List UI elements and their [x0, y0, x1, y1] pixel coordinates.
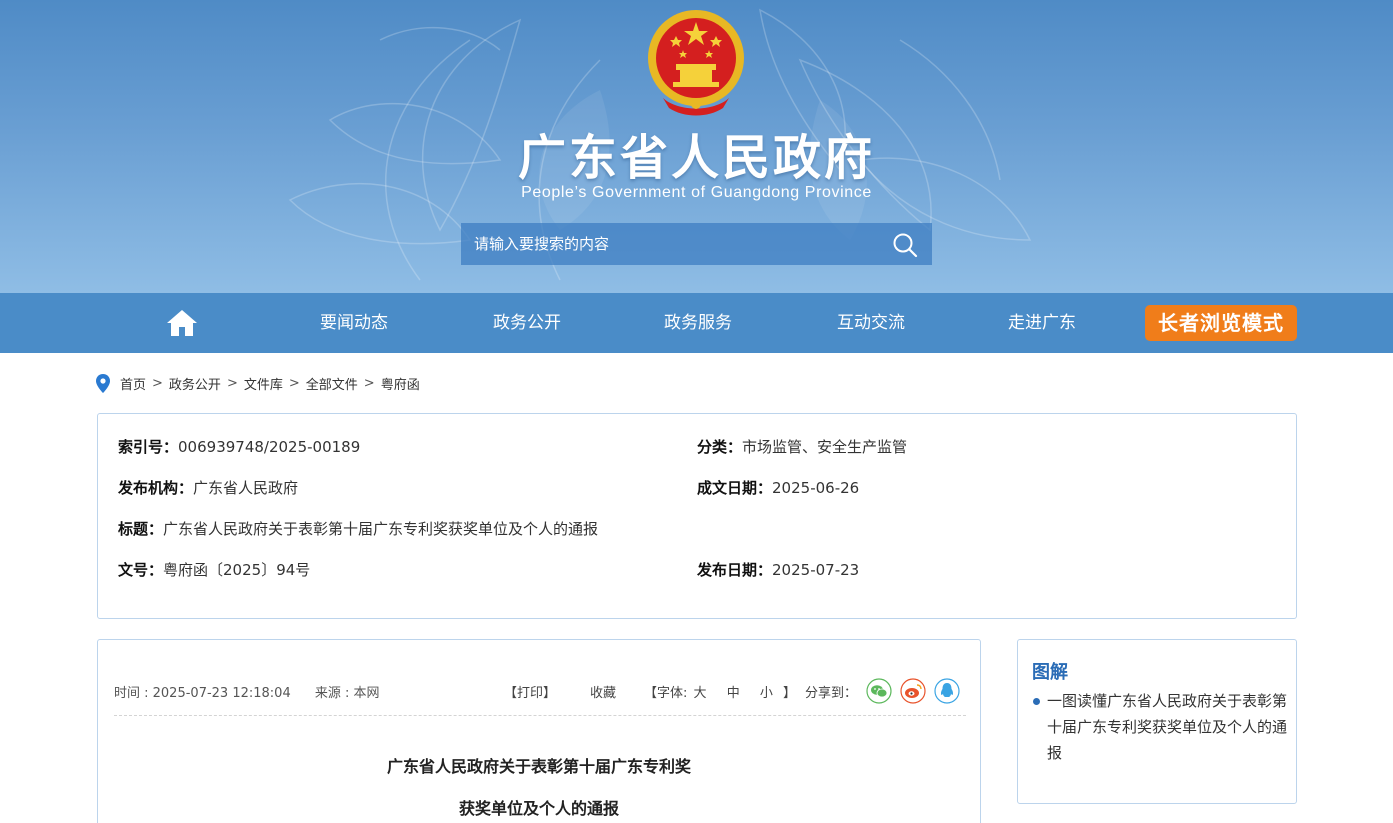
sidebar-item-infographic-link[interactable]: 一图读懂广东省人民政府关于表彰第十届广东专利奖获奖单位及个人的通报	[1047, 688, 1287, 766]
font-large-button[interactable]: 大	[694, 686, 707, 701]
favorite-button[interactable]: 收藏	[590, 682, 616, 701]
qq-icon[interactable]	[934, 678, 960, 704]
search-input[interactable]	[461, 223, 881, 265]
breadcrumb: 首页 > 政务公开 > 文件库 > 全部文件 > 粤府函	[96, 373, 420, 393]
breadcrumb-government-affairs[interactable]: 政务公开	[169, 374, 221, 393]
article-panel: 时间 : 2025-07-23 12:18:04 来源 : 本网 【打印】 收藏…	[97, 639, 981, 823]
meta-index-number: 索引号：006939748/2025-00189	[118, 438, 361, 456]
breadcrumb-home[interactable]: 首页	[120, 374, 146, 393]
nav-item-government-affairs[interactable]: 政务公开	[457, 293, 597, 353]
breadcrumb-separator: >	[363, 375, 375, 391]
search-bar	[461, 223, 932, 265]
location-pin-icon	[96, 373, 110, 393]
article-source: 来源 : 本网	[314, 686, 380, 701]
article-divider	[114, 715, 966, 716]
print-button[interactable]: 【打印】	[504, 682, 556, 701]
site-title: 广东省人民政府	[517, 130, 875, 186]
meta-document-number: 文号：粤府函〔2025〕94号	[118, 561, 311, 579]
meta-publisher: 发布机构：广东省人民政府	[118, 479, 299, 497]
meta-category: 分类：市场监管、安全生产监管	[697, 438, 908, 456]
breadcrumb-separator: >	[226, 375, 238, 391]
breadcrumb-all-files[interactable]: 全部文件	[306, 374, 358, 393]
national-emblem-icon	[648, 10, 744, 116]
weibo-icon[interactable]	[900, 678, 926, 704]
article-title-line-1: 广东省人民政府关于表彰第十届广东专利奖	[386, 757, 691, 776]
meta-created-date: 成文日期：2025-06-26	[697, 479, 860, 497]
site-subtitle: People’s Government of Guangdong Provinc…	[521, 184, 872, 201]
article-title-line-2: 获奖单位及个人的通报	[458, 799, 619, 818]
font-medium-button[interactable]: 中	[727, 686, 740, 701]
nav-item-services[interactable]: 政务服务	[628, 293, 768, 353]
font-small-button[interactable]: 小	[760, 686, 773, 701]
share-label: 分享到：	[805, 686, 858, 701]
wechat-icon[interactable]	[866, 678, 892, 704]
nav-item-news[interactable]: 要闻动态	[284, 293, 424, 353]
elder-mode-button[interactable]: 长者浏览模式	[1145, 305, 1297, 341]
document-metadata-panel: 索引号：006939748/2025-00189 分类：市场监管、安全生产监管 …	[97, 413, 1297, 619]
font-size-control: 【字体: 大 中 小 】	[644, 686, 797, 701]
article-info: 时间 : 2025-07-23 12:18:04 来源 : 本网	[114, 682, 380, 701]
bullet-dot-icon	[1033, 698, 1040, 705]
nav-item-about-guangdong[interactable]: 走进广东	[972, 293, 1112, 353]
home-icon[interactable]	[166, 309, 198, 337]
infographic-sidebar: 图解 一图读懂广东省人民政府关于表彰第十届广东专利奖获奖单位及个人的通报	[1017, 639, 1297, 804]
breadcrumb-file-library[interactable]: 文件库	[244, 374, 283, 393]
breadcrumb-current[interactable]: 粤府函	[381, 374, 420, 393]
nav-item-interaction[interactable]: 互动交流	[801, 293, 941, 353]
sidebar-title: 图解	[1032, 662, 1068, 683]
meta-title: 标题：广东省人民政府关于表彰第十届广东专利奖获奖单位及个人的通报	[118, 520, 599, 538]
site-header: 广东省人民政府 People’s Government of Guangdong…	[0, 0, 1393, 293]
meta-published-date: 发布日期：2025-07-23	[697, 561, 860, 579]
search-icon[interactable]	[892, 232, 918, 258]
article-time: 时间 : 2025-07-23 12:18:04	[114, 686, 291, 701]
breadcrumb-separator: >	[152, 375, 163, 391]
breadcrumb-separator: >	[288, 375, 300, 391]
